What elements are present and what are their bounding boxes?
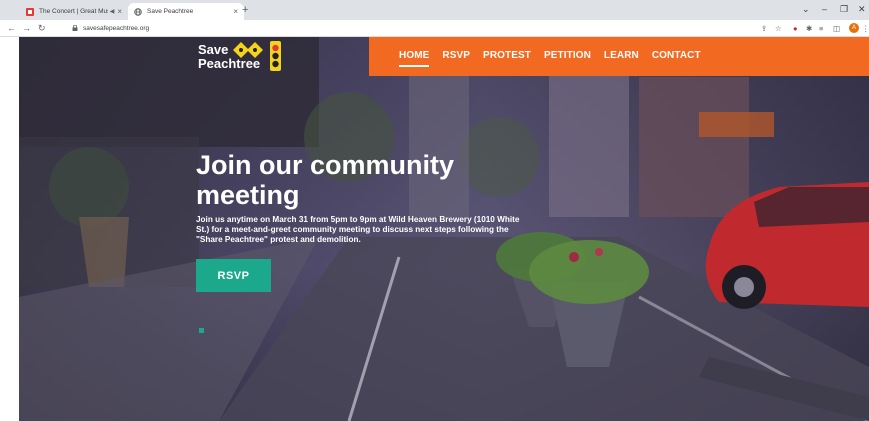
reload-icon[interactable]: ↻ — [38, 22, 46, 34]
lock-icon[interactable] — [72, 25, 78, 31]
audio-playing-icon[interactable]: ◀ — [110, 8, 115, 15]
tab-label: Save Peachtree — [147, 8, 194, 15]
nav-petition[interactable]: PETITION — [544, 49, 591, 63]
slider-dot[interactable] — [199, 328, 204, 333]
browser-tab-bar: The Concert | Great Music L ◀ × Save Pea… — [0, 0, 869, 20]
nav-learn[interactable]: LEARN — [604, 49, 639, 63]
logo-line2: Peachtree — [198, 56, 261, 71]
site-favicon-icon — [26, 7, 34, 16]
close-tab-icon[interactable]: × — [117, 7, 122, 16]
menu-icon[interactable]: ⋮ — [862, 23, 869, 34]
webpage-hero: Save Peachtree HOME RSVP PROTEST PETITIO… — [19, 37, 869, 421]
globe-icon — [134, 7, 142, 16]
hero-description: Join us anytime on March 31 from 5pm to … — [196, 215, 520, 244]
minimize-icon[interactable]: – — [822, 3, 827, 15]
back-icon[interactable]: ← — [7, 22, 16, 34]
tab-the-concert[interactable]: The Concert | Great Music L ◀ × — [20, 3, 128, 20]
site-logo[interactable]: Save Peachtree — [198, 41, 293, 75]
forward-icon[interactable]: → — [22, 22, 31, 34]
nav-home[interactable]: HOME — [399, 49, 430, 67]
extension-icon[interactable]: ● — [793, 23, 798, 34]
hero-title: Join our community meeting — [196, 150, 455, 210]
tab-search-icon[interactable]: ⌄ — [802, 3, 810, 15]
reading-list-icon[interactable]: ≡ — [819, 23, 823, 34]
rsvp-button[interactable]: RSVP — [196, 259, 271, 292]
nav-contact[interactable]: CONTACT — [652, 49, 701, 63]
url-field[interactable]: savesafepeachtree.org — [83, 23, 149, 34]
nav-protest[interactable]: PROTEST — [483, 49, 531, 63]
tab-label: The Concert | Great Music L — [39, 8, 108, 15]
restore-icon[interactable]: ❐ — [840, 3, 848, 15]
main-nav: HOME RSVP PROTEST PETITION LEARN CONTACT — [399, 49, 701, 67]
profile-avatar[interactable]: A — [849, 23, 859, 33]
logo-line1: Save — [198, 42, 229, 57]
traffic-light-icon — [270, 41, 281, 71]
close-window-icon[interactable]: ✕ — [858, 3, 866, 15]
new-tab-button[interactable]: + — [242, 3, 248, 17]
tab-save-peachtree[interactable]: Save Peachtree × — [128, 3, 244, 20]
browser-toolbar: ← → ↻ savesafepeachtree.org ⇪ ☆ ● ✱ ≡ ◫ … — [0, 20, 869, 37]
pedestrian-signs-icon — [233, 42, 263, 58]
nav-rsvp[interactable]: RSVP — [442, 49, 470, 63]
share-icon[interactable]: ⇪ — [761, 23, 767, 34]
star-icon[interactable]: ☆ — [775, 23, 782, 34]
close-tab-icon[interactable]: × — [233, 7, 238, 16]
sidebar-icon[interactable]: ◫ — [833, 23, 840, 34]
puzzle-icon[interactable]: ✱ — [806, 23, 812, 34]
